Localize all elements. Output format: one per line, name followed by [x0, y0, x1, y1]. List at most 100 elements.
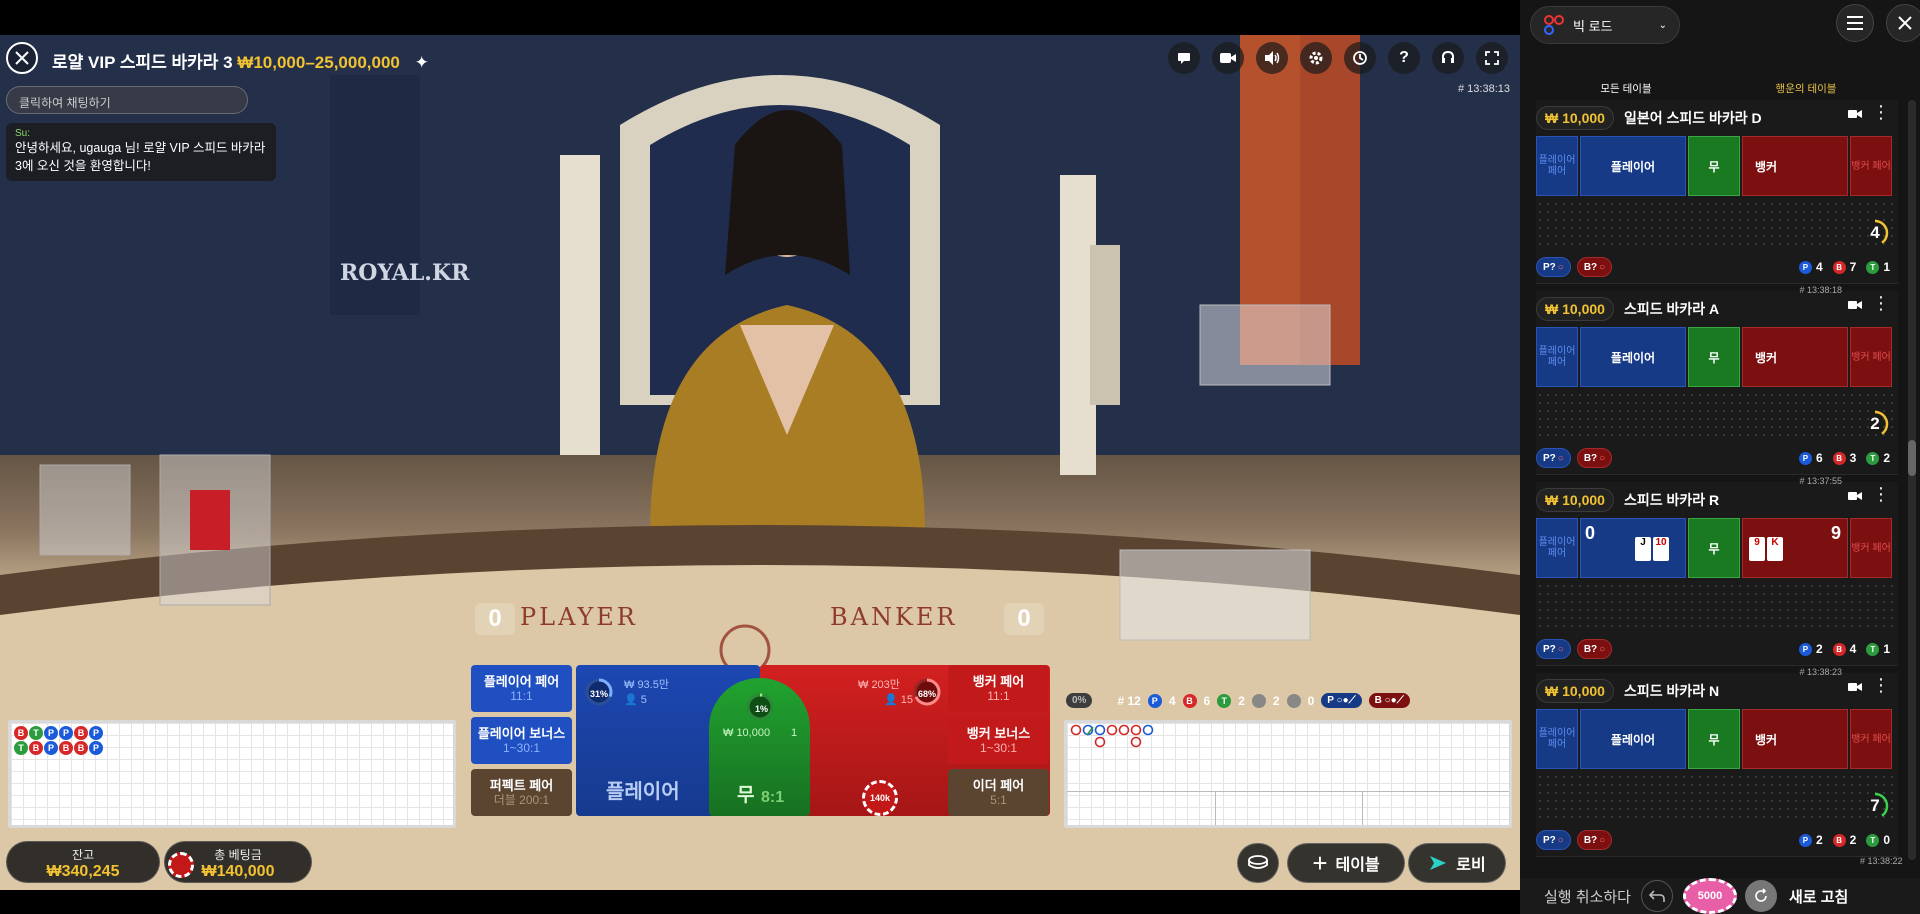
- total-rounds: # 12: [1117, 693, 1141, 708]
- table-player[interactable]: 플레이어: [1580, 136, 1686, 196]
- close-game-button[interactable]: [6, 42, 38, 74]
- game-title-bar: 로얄 VIP 스피드 바카라 3 ₩10,000–25,000,000 ✦: [52, 48, 429, 73]
- camera-icon[interactable]: [1848, 106, 1862, 124]
- road-selector[interactable]: 빅 로드 ⌄: [1530, 6, 1680, 44]
- banker-bonus-bet[interactable]: 뱅커 보너스 1~30:1: [948, 717, 1049, 764]
- player-score: 0: [475, 603, 515, 635]
- tie-dot-icon: T: [1217, 693, 1232, 708]
- table-footer: P? ○ B? ○ P 4 B 7 T 1: [1536, 256, 1898, 278]
- table-tie[interactable]: 무: [1688, 327, 1740, 387]
- tab-all-tables[interactable]: 모든 테이블: [1536, 76, 1716, 100]
- menu-button[interactable]: [1836, 4, 1874, 42]
- ask-banker-button[interactable]: B? ○: [1576, 257, 1613, 277]
- table-banker-pair[interactable]: 뱅커 페어: [1850, 518, 1892, 578]
- table-card[interactable]: # 13:38:18 ₩ 10,000 스피드 바카라 A ⋮ 플레이어 페어 플레이어 무…: [1536, 285, 1898, 475]
- refresh-label: 새로 고침: [1788, 888, 1849, 906]
- more-options-icon[interactable]: ⋮: [1872, 485, 1890, 503]
- table-player-pair[interactable]: 플레이어 페어: [1536, 136, 1578, 196]
- add-table-button[interactable]: + 테이블: [1287, 843, 1405, 883]
- table-banker-pair[interactable]: 뱅커 페어: [1850, 327, 1892, 387]
- fullscreen-icon[interactable]: [1476, 42, 1508, 74]
- balance-value: ₩340,245: [46, 863, 120, 880]
- ask-banker-button[interactable]: B ○●⟋: [1368, 693, 1410, 708]
- perfect-pair-bet[interactable]: 퍼펙트 페어 더블 200:1: [471, 769, 572, 816]
- chip-tray-button[interactable]: [1237, 843, 1279, 883]
- table-card[interactable]: # 13:37:55 ₩ 10,000 스피드 바카라 R ⋮ 플레이어 페어 0 J 10 무…: [1536, 476, 1898, 666]
- table-tie[interactable]: 무: [1688, 709, 1740, 769]
- tie-bet[interactable]: 1% ₩ 10,000 1 무 8:1: [709, 678, 810, 816]
- more-options-icon[interactable]: ⋮: [1872, 676, 1890, 694]
- scrollbar-thumb[interactable]: [1908, 440, 1916, 476]
- table-card[interactable]: ₩ 10,000 일본어 스피드 바카라 D ⋮ 플레이어 페어 플레이어 무 뱅커 뱅커 페…: [1536, 100, 1898, 284]
- ask-player-button[interactable]: P? ○: [1536, 257, 1571, 277]
- table-card[interactable]: # 13:38:23 ₩ 10,000 스피드 바카라 N ⋮ 플레이어 페어 플레이어 무…: [1536, 667, 1898, 857]
- table-banker[interactable]: 뱅커: [1742, 327, 1848, 387]
- undo-button[interactable]: [1640, 880, 1673, 912]
- banker-pair-bet[interactable]: 뱅커 페어 11:1: [948, 665, 1049, 712]
- tie-dot-icon: T: [1866, 833, 1880, 847]
- tab-lucky-tables[interactable]: 행운의 테이블: [1716, 76, 1896, 100]
- pin-icon[interactable]: ✦: [415, 53, 429, 72]
- lobby-button[interactable]: 로비: [1408, 843, 1506, 883]
- perfect-pair-label: 퍼펙트 페어: [489, 778, 554, 793]
- hamburger-icon: [1847, 16, 1863, 30]
- chat-input[interactable]: 클릭하여 채팅하기: [6, 86, 248, 114]
- sidebar-scrollbar[interactable]: [1908, 100, 1916, 860]
- table-time: # 13:38:18: [1799, 285, 1842, 295]
- camera-icon[interactable]: [1848, 679, 1862, 697]
- camera-icon[interactable]: [1848, 488, 1862, 506]
- player-bonus-bet[interactable]: 플레이어 보너스 1~30:1: [471, 717, 572, 764]
- bead-b: B: [74, 726, 88, 740]
- bet-limits: ₩10,000–25,000,000: [237, 53, 400, 72]
- table-tie[interactable]: 무: [1688, 518, 1740, 578]
- more-options-icon[interactable]: ⋮: [1872, 294, 1890, 312]
- table-banker-pair[interactable]: 뱅커 페어: [1850, 136, 1892, 196]
- bead-road[interactable]: BTTBPPPBBBPP: [8, 720, 456, 828]
- ask-player-button[interactable]: P? ○: [1536, 639, 1571, 659]
- close-icon: [1898, 16, 1912, 30]
- support-icon[interactable]: [1432, 42, 1464, 74]
- table-player-pair[interactable]: 플레이어 페어: [1536, 518, 1578, 578]
- player-wins: 4: [1168, 693, 1176, 708]
- banker-chip[interactable]: 140k: [862, 780, 898, 816]
- ask-banker-button[interactable]: B? ○: [1576, 448, 1613, 468]
- player-amount: ₩ 93.5만: [624, 679, 669, 691]
- bead-p: P: [59, 726, 73, 740]
- table-banker[interactable]: 뱅커: [1742, 136, 1848, 196]
- table-player-pair[interactable]: 플레이어 페어: [1536, 709, 1578, 769]
- camera-icon[interactable]: [1212, 42, 1244, 74]
- banker-count: 👤 15: [884, 694, 914, 706]
- camera-icon[interactable]: [1848, 297, 1862, 315]
- table-player-pair[interactable]: 플레이어 페어: [1536, 327, 1578, 387]
- history-icon[interactable]: [1344, 42, 1376, 74]
- refresh-button[interactable]: [1744, 880, 1777, 912]
- ask-player-button[interactable]: P? ○: [1536, 830, 1571, 850]
- table-banker[interactable]: 뱅커: [1742, 709, 1848, 769]
- player-pair-bet[interactable]: 플레이어 페어 11:1: [471, 665, 572, 712]
- ask-banker-button[interactable]: B? ○: [1576, 830, 1613, 850]
- more-options-icon[interactable]: ⋮: [1872, 103, 1890, 121]
- settings-icon[interactable]: [1300, 42, 1332, 74]
- close-sidebar-button[interactable]: [1886, 4, 1920, 42]
- table-countdown: 7: [1860, 791, 1890, 821]
- chat-icon[interactable]: [1168, 42, 1200, 74]
- table-banker[interactable]: 99K: [1742, 518, 1848, 578]
- either-pair-bet[interactable]: 이더 페어 5:1: [948, 769, 1049, 816]
- ask-player-button[interactable]: P? ○: [1536, 448, 1571, 468]
- table-player[interactable]: 0 J 10: [1580, 518, 1686, 578]
- selected-chip[interactable]: 5000: [1682, 878, 1737, 914]
- help-icon[interactable]: ?: [1388, 42, 1420, 74]
- ask-banker-button[interactable]: B? ○: [1576, 639, 1613, 659]
- ask-player-button[interactable]: P ○●⟋: [1321, 693, 1362, 708]
- sound-icon[interactable]: [1256, 42, 1288, 74]
- big-road[interactable]: [1064, 720, 1512, 828]
- tie-dot-icon: T: [1866, 451, 1880, 465]
- table-road: [1536, 582, 1898, 630]
- tie-dot-icon: T: [1866, 642, 1880, 656]
- table-player[interactable]: 플레이어: [1580, 327, 1686, 387]
- table-bet-strip: 플레이어 페어 플레이어 무 뱅커 뱅커 페어: [1536, 327, 1898, 387]
- table-road: [1536, 773, 1898, 821]
- table-tie[interactable]: 무: [1688, 136, 1740, 196]
- table-banker-pair[interactable]: 뱅커 페어: [1850, 709, 1892, 769]
- table-player[interactable]: 플레이어: [1580, 709, 1686, 769]
